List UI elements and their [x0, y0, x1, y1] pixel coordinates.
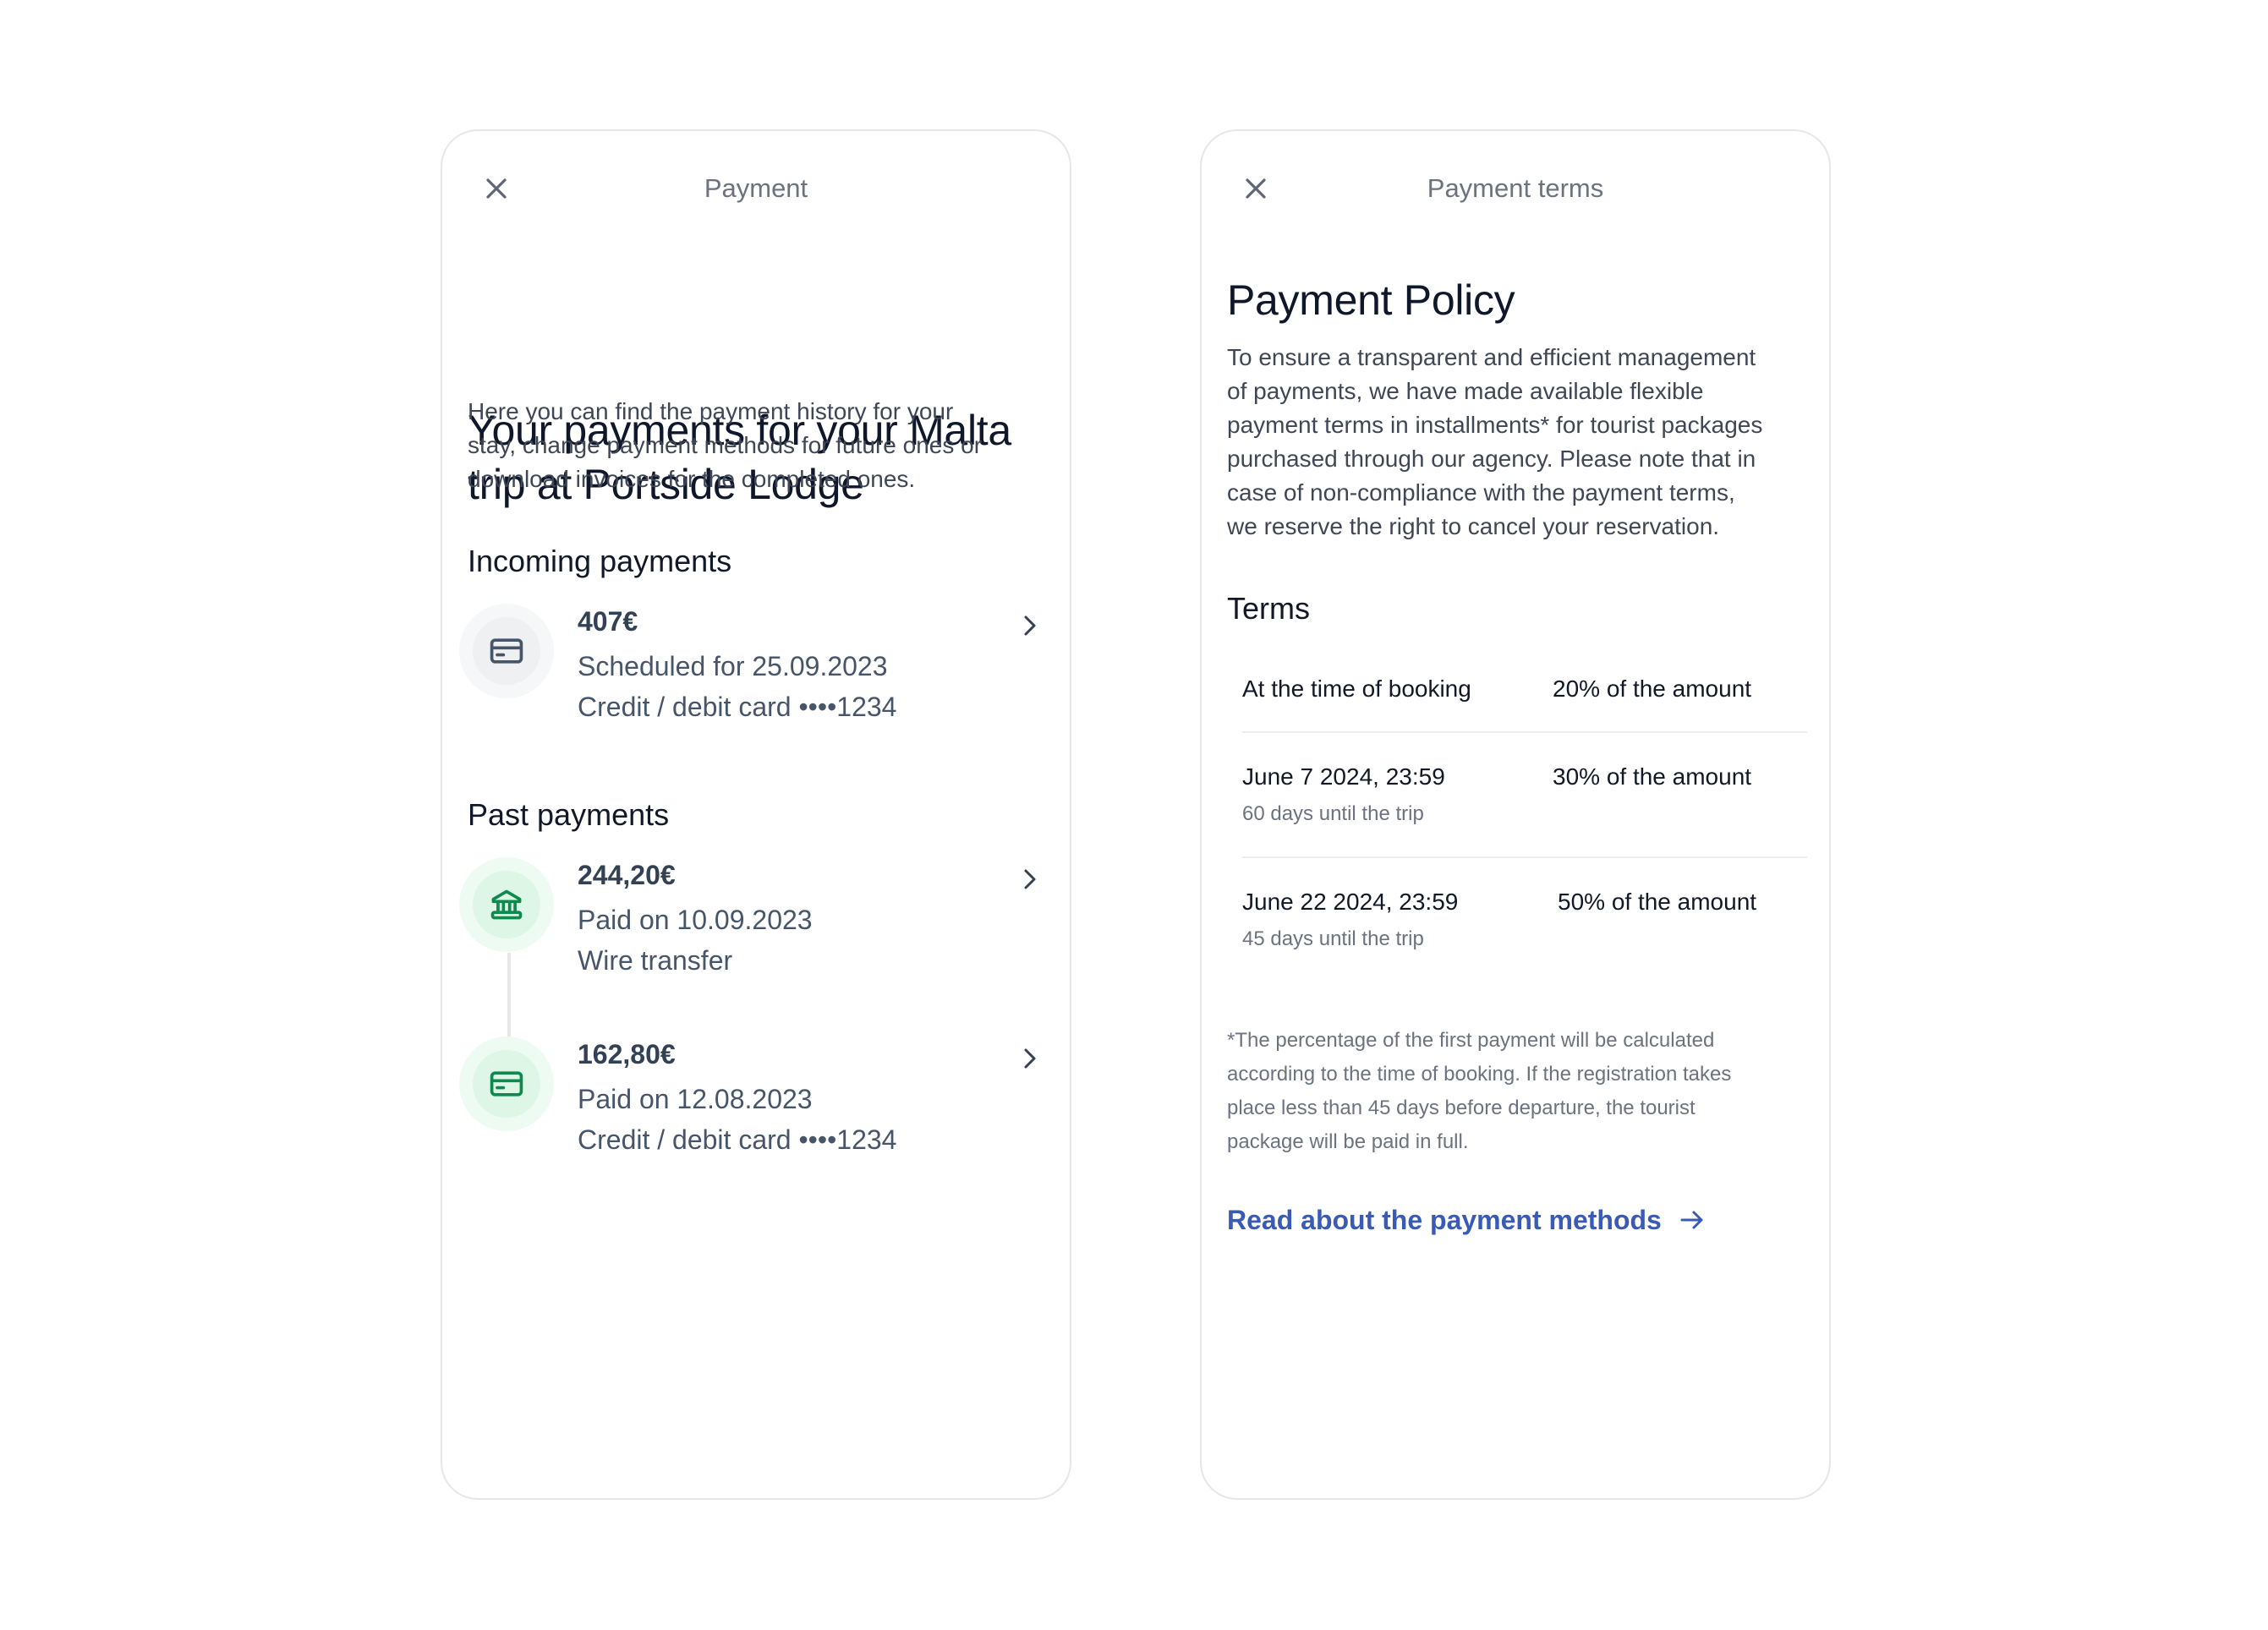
incoming-payment-item[interactable]: 407€ Scheduled for 25.09.2023 Credit / d… [459, 604, 1051, 747]
terms-row: At the time of booking 20% of the amount [1242, 674, 1807, 725]
credit-card-icon [490, 1071, 523, 1097]
page-title: Payment Policy [1227, 276, 1515, 324]
past-payment-item[interactable]: 162,80€ Paid on 12.08.2023 Credit / debi… [459, 1037, 1051, 1180]
payment-date: Paid on 10.09.2023 [578, 905, 813, 935]
terms-note: 45 days until the trip [1242, 927, 1424, 950]
payment-amount: 244,20€ [578, 860, 676, 890]
description-line: download invoices for the completed ones… [468, 466, 916, 492]
terms-row: June 7 2024, 23:59 60 days until the tri… [1242, 762, 1807, 838]
terms-note: 60 days until the trip [1242, 802, 1424, 825]
description-line: stay, change payment methods for future … [468, 432, 983, 458]
description-line: Here you can find the payment history fo… [468, 398, 954, 424]
topbar-title: Payment [704, 173, 808, 203]
terms-title: Terms [1227, 591, 1310, 626]
terms-share: 50% of the amount [1558, 889, 1757, 915]
terms-share: 20% of the amount [1553, 676, 1752, 702]
payment-method: Wire transfer [578, 945, 733, 976]
terms-row: June 22 2024, 23:59 45 days until the tr… [1242, 887, 1807, 963]
payment-method-badge [459, 857, 554, 952]
payment-date: Paid on 12.08.2023 [578, 1084, 813, 1114]
policy-paragraph-line: purchased through our agency. Please not… [1227, 446, 1756, 472]
arrow-right-icon [1680, 1211, 1703, 1229]
payment-method: Credit / debit card ••••1234 [578, 1124, 897, 1155]
payment-screen: Payment Your payments for your Malta tri… [441, 129, 1071, 1500]
footnote-line: place less than 45 days before departure… [1227, 1097, 1696, 1119]
policy-paragraph-line: payment terms in installments* for touri… [1227, 412, 1763, 438]
terms-divider [1242, 856, 1807, 858]
payment-method: Credit / debit card ••••1234 [578, 692, 897, 722]
terms-deadline: June 7 2024, 23:59 [1242, 763, 1445, 790]
footnote-line: according to the time of booking. If the… [1227, 1063, 1732, 1086]
terms-divider [1242, 731, 1807, 733]
payment-date: Scheduled for 25.09.2023 [578, 651, 888, 681]
payment-method-badge [459, 1037, 554, 1131]
chevron-right-icon[interactable] [1017, 864, 1043, 894]
payment-methods-link[interactable]: Read about the payment methods [1227, 1203, 1707, 1237]
policy-paragraph-line: we reserve the right to cancel your rese… [1227, 513, 1720, 539]
footnote-line: package will be paid in full. [1227, 1130, 1469, 1153]
payment-method-badge [459, 604, 554, 698]
policy-paragraph-line: of payments, we have made available flex… [1227, 378, 1704, 404]
credit-card-icon [490, 638, 523, 664]
payment-terms-screen: Payment terms Payment Policy To ensure a… [1200, 129, 1831, 1500]
payment-amount: 407€ [578, 606, 638, 637]
terms-deadline: June 22 2024, 23:59 [1242, 889, 1459, 915]
policy-paragraph-line: To ensure a transparent and efficient ma… [1227, 344, 1756, 370]
footnote-line: *The percentage of the first payment wil… [1227, 1029, 1715, 1052]
bank-icon [490, 889, 523, 920]
chevron-right-icon[interactable] [1017, 1043, 1043, 1074]
chevron-right-icon[interactable] [1017, 610, 1043, 641]
terms-deadline: At the time of booking [1242, 676, 1471, 702]
topbar-title: Payment terms [1427, 173, 1604, 203]
terms-share: 30% of the amount [1553, 763, 1752, 790]
past-payment-item[interactable]: 244,20€ Paid on 10.09.2023 Wire transfer [459, 857, 1051, 1001]
payment-methods-link-label: Read about the payment methods [1227, 1205, 1662, 1235]
past-payments-title: Past payments [468, 797, 670, 832]
policy-paragraph-line: case of non-compliance with the payment … [1227, 479, 1735, 506]
payment-amount: 162,80€ [578, 1039, 676, 1069]
incoming-payments-title: Incoming payments [468, 544, 732, 578]
